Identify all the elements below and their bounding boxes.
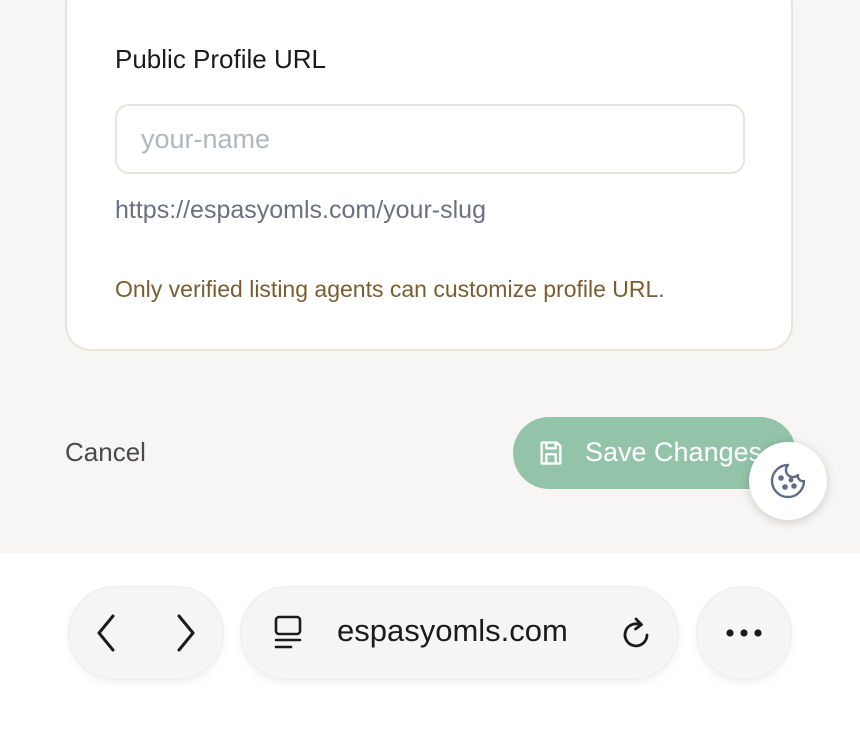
more-button[interactable]	[717, 613, 771, 653]
url-preview: https://espasyomls.com/your-slug	[115, 196, 486, 224]
cookie-icon	[770, 463, 806, 499]
reload-button[interactable]	[614, 612, 658, 656]
back-button[interactable]	[84, 607, 128, 659]
verification-notice: Only verified listing agents can customi…	[115, 276, 665, 302]
profile-url-input[interactable]	[115, 104, 745, 174]
address-domain: espasyomls.com	[337, 613, 568, 648]
field-label: Public Profile URL	[115, 44, 326, 74]
page-menu-button[interactable]	[266, 613, 310, 653]
cookie-settings-button[interactable]	[749, 442, 827, 520]
forward-button[interactable]	[164, 607, 208, 659]
chevron-left-icon	[97, 614, 115, 652]
chevron-right-icon	[177, 614, 195, 652]
page-menu-icon	[274, 615, 302, 649]
save-changes-label: Save Changes	[585, 437, 763, 467]
reload-icon	[623, 617, 649, 648]
floppy-disk-icon	[540, 441, 562, 465]
more-icon	[726, 629, 762, 637]
cancel-button[interactable]: Cancel	[65, 437, 146, 468]
